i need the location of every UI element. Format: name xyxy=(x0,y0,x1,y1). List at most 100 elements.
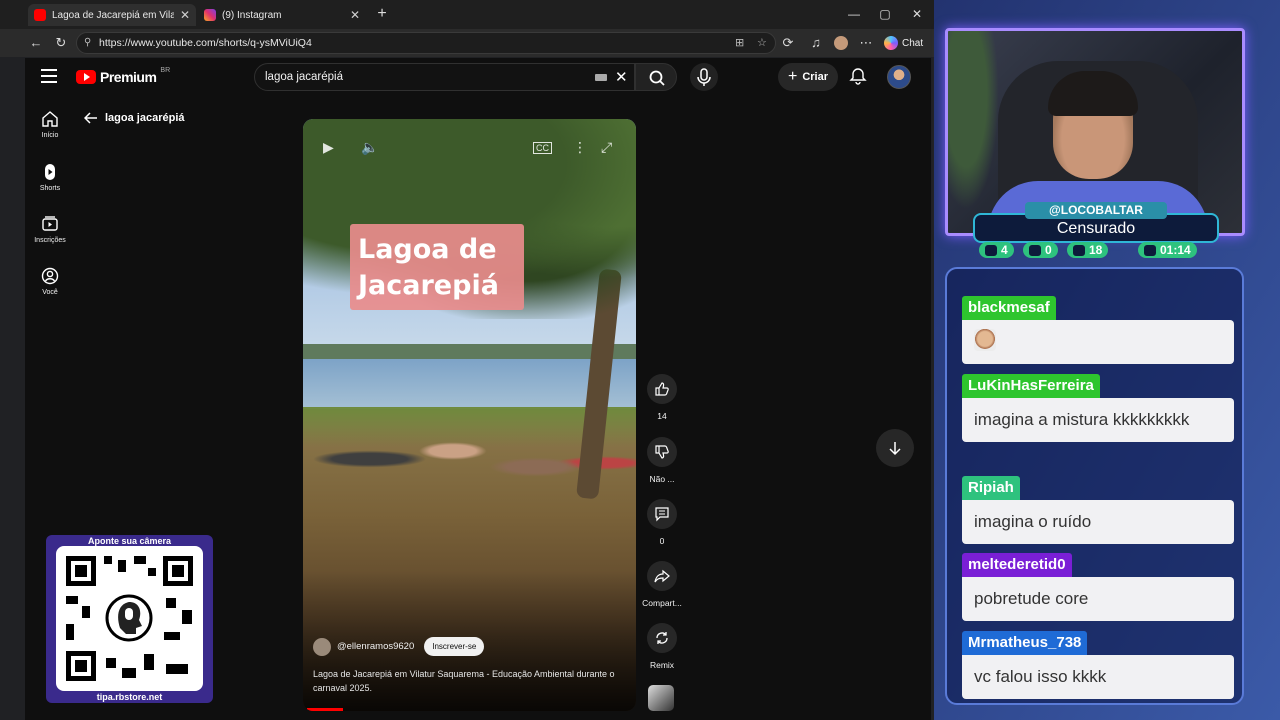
search-input[interactable]: lagoa jacarépiá ✕ xyxy=(254,63,635,91)
face-emote-icon xyxy=(974,329,996,351)
tab-label: (9) Instagram xyxy=(222,9,282,21)
tab-instagram[interactable]: (9) Instagram ✕ xyxy=(198,4,366,26)
sidebar-item-subscriptions[interactable]: Inscrições xyxy=(27,215,73,244)
stream-chat: blackmesaf LuKinHasFerreira imagina a mi… xyxy=(945,267,1244,705)
arrow-down-icon xyxy=(889,442,901,456)
stat-value: 18 xyxy=(1089,243,1103,257)
home-icon xyxy=(42,111,58,127)
remix-icon xyxy=(656,632,668,644)
chat-username: meltederetid0 xyxy=(962,553,1072,577)
profile-icon[interactable] xyxy=(831,33,851,53)
chat-message: blackmesaf xyxy=(962,296,1234,364)
stat-pill-chat: 4 xyxy=(979,242,1014,258)
favorite-star-icon[interactable]: ☆ xyxy=(757,36,767,49)
site-info-icon[interactable]: ⚲ xyxy=(84,37,91,48)
dislike-button[interactable]: Não ... xyxy=(642,437,682,484)
more-options-icon[interactable]: ⋯ xyxy=(856,33,876,53)
media-icon[interactable]: ♫ xyxy=(806,33,826,53)
next-short-button[interactable] xyxy=(876,429,914,467)
sidebar-label: Início xyxy=(41,132,59,139)
qr-code xyxy=(56,546,203,691)
like-button[interactable]: 14 xyxy=(642,374,682,421)
stat-value: 0 xyxy=(1045,243,1052,257)
volume-icon[interactable]: 🔈 xyxy=(361,139,378,156)
chat-username: blackmesaf xyxy=(962,296,1056,320)
logo-text: Premium xyxy=(100,69,157,85)
share-button[interactable]: Compart... xyxy=(642,561,682,608)
youtube-favicon-icon xyxy=(34,9,46,21)
remix-button[interactable]: Remix xyxy=(642,623,682,670)
search-button[interactable] xyxy=(635,63,677,91)
subscriptions-icon xyxy=(42,216,58,231)
create-label: Criar xyxy=(802,71,829,83)
dislike-label: Não ... xyxy=(649,474,675,484)
sidebar-label: Shorts xyxy=(39,185,61,192)
close-window-icon[interactable]: ✕ xyxy=(903,4,931,24)
timer-value: 01:14 xyxy=(1160,243,1191,257)
thumbs-down-icon xyxy=(655,445,669,459)
new-tab-plus-icon[interactable]: + xyxy=(368,4,396,24)
clear-search-icon[interactable]: ✕ xyxy=(615,68,628,86)
search-value: lagoa jacarépiá xyxy=(265,71,344,83)
notifications-bell-icon[interactable] xyxy=(849,67,867,85)
chat-text xyxy=(962,320,1234,364)
clock-icon xyxy=(1144,244,1156,256)
qr-top-text: Aponte sua câmera xyxy=(87,536,172,546)
sidebar-item-you[interactable]: Você xyxy=(27,267,73,296)
url-text: https://www.youtube.com/shorts/q-ysMViUi… xyxy=(99,37,312,49)
back-label: lagoa jacarépiá xyxy=(105,112,185,124)
stat-value: 4 xyxy=(1001,243,1008,257)
create-button[interactable]: + Criar xyxy=(778,63,838,91)
comment-icon xyxy=(655,507,669,522)
short-video-player[interactable]: ▶ 🔈 CC ⋮ ⤢ Lagoa de Jacarepiá @ellenramo… xyxy=(303,119,636,711)
play-icon[interactable]: ▶ xyxy=(323,139,334,156)
chat-bubble-icon xyxy=(985,244,997,256)
youtube-logo[interactable]: Premium BR xyxy=(76,66,171,85)
yt-header: Premium BR lagoa jacarépiá ✕ + Criar xyxy=(25,58,931,96)
menu-icon[interactable] xyxy=(41,69,57,83)
voice-search-button[interactable] xyxy=(690,63,718,91)
close-tab-icon[interactable]: ✕ xyxy=(180,8,190,22)
video-icon xyxy=(1029,244,1041,256)
subscribe-button[interactable]: Inscrever-se xyxy=(424,637,485,656)
channel-avatar[interactable] xyxy=(313,637,331,656)
close-tab-icon[interactable]: ✕ xyxy=(350,8,360,22)
microphone-icon xyxy=(697,68,711,86)
video-description[interactable]: Lagoa de Jacarepiá em Vilatur Saquarema … xyxy=(313,667,623,695)
remix-label: Remix xyxy=(649,660,675,670)
sidebar-item-shorts[interactable]: Shorts xyxy=(27,163,73,192)
chat-text: imagina o ruído xyxy=(962,500,1234,544)
tab-youtube[interactable]: Lagoa de Jacarepiá em Vilatur Saquarema … xyxy=(28,4,196,26)
account-avatar[interactable] xyxy=(887,65,911,89)
captions-icon[interactable]: CC xyxy=(533,142,552,154)
minimize-icon[interactable]: — xyxy=(840,4,868,24)
youtube-play-icon xyxy=(76,70,96,84)
fullscreen-icon[interactable]: ⤢ xyxy=(601,139,612,156)
back-to-search[interactable]: lagoa jacarépiá xyxy=(84,112,185,124)
video-progress-bar[interactable] xyxy=(307,708,343,711)
address-bar[interactable]: ⚲ https://www.youtube.com/shorts/q-ysMVi… xyxy=(76,32,776,54)
copilot-chat-button[interactable]: Chat xyxy=(880,32,930,54)
qr-code-overlay: Aponte sua câmera tipa.rbstore.net xyxy=(46,535,213,703)
region-code: BR xyxy=(160,66,171,74)
you-icon xyxy=(41,267,59,285)
extensions-icon[interactable]: ⟳ xyxy=(778,33,798,53)
chat-text: imagina a mistura kkkkkkkkk xyxy=(962,398,1234,442)
tab-label: Lagoa de Jacarepiá em Vilatur Saquarema xyxy=(52,9,174,21)
comments-count: 0 xyxy=(659,536,665,546)
comments-button[interactable]: 0 xyxy=(642,499,682,546)
reload-icon[interactable]: ↻ xyxy=(51,33,71,53)
keyboard-icon[interactable] xyxy=(595,74,607,81)
search-icon xyxy=(649,70,665,86)
share-icon xyxy=(654,569,670,583)
plus-icon: + xyxy=(787,68,798,85)
audio-thumbnail[interactable] xyxy=(648,685,674,711)
sidebar-item-home[interactable]: Início xyxy=(27,110,73,139)
back-arrow-icon[interactable]: ← xyxy=(26,33,46,53)
apps-icon[interactable]: ⊞ xyxy=(735,36,744,49)
more-options-icon[interactable]: ⋮ xyxy=(573,139,587,156)
maximize-icon[interactable]: ▢ xyxy=(871,4,899,24)
video-overlay-title: Lagoa de Jacarepiá xyxy=(350,224,524,310)
channel-name[interactable]: @ellenramos9620 xyxy=(337,641,414,652)
chat-message: LuKinHasFerreira imagina a mistura kkkkk… xyxy=(962,374,1234,442)
